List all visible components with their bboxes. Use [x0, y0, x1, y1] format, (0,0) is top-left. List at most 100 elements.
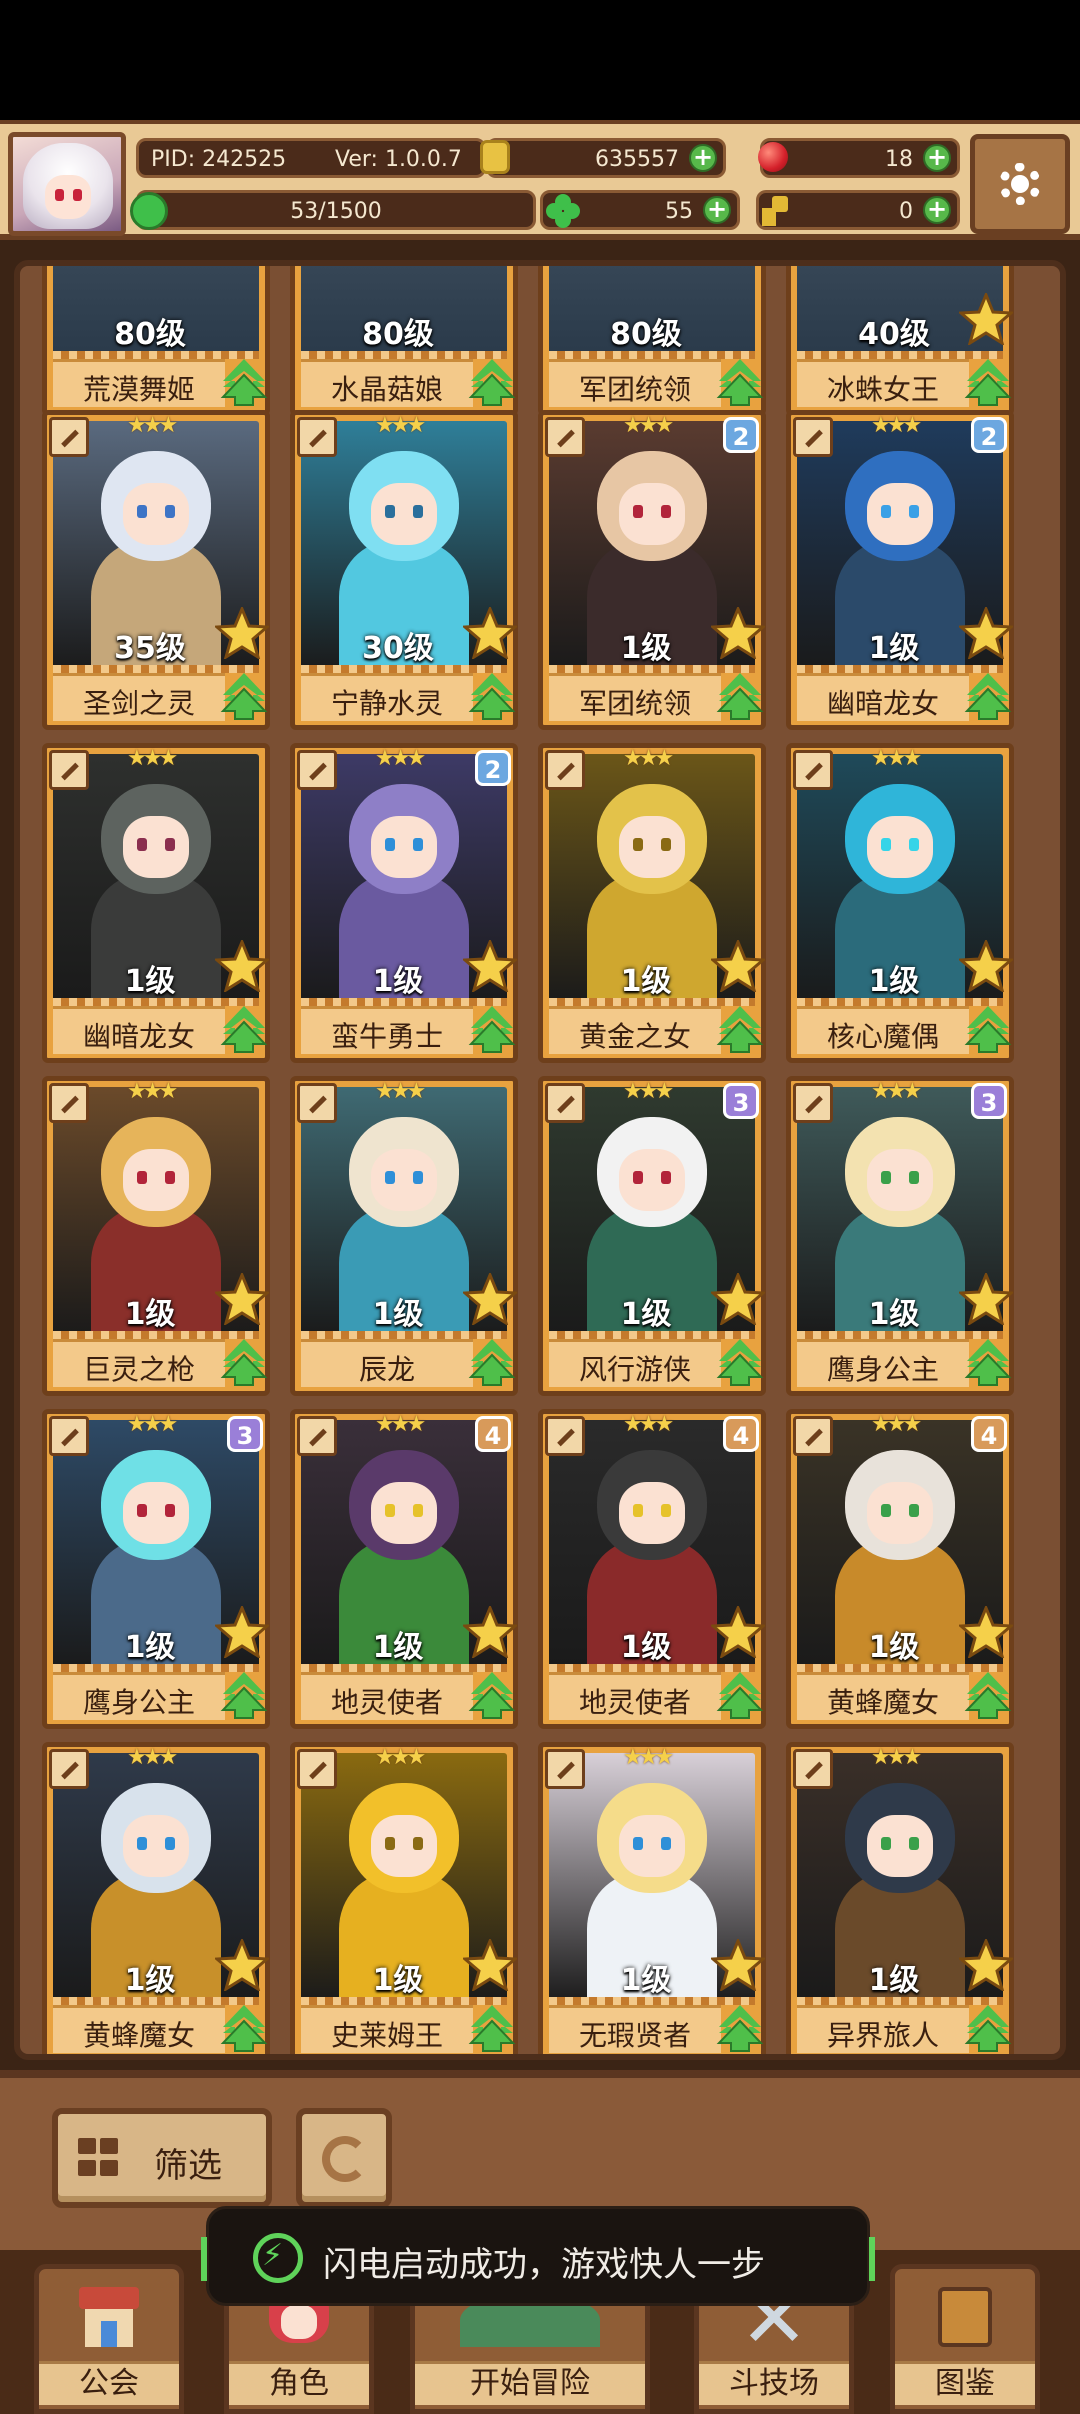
card-name: 史莱姆王: [330, 2019, 443, 2052]
character-card[interactable]: 1级 核心魔偶 ★★★: [786, 743, 1015, 1063]
class-icon: [793, 750, 833, 790]
character-card[interactable]: 1级 地灵使者 ★★★ 4: [538, 1409, 767, 1729]
character-card[interactable]: 1级 黄蜂魔女 ★★★: [42, 1742, 271, 2054]
upgrade-arrow-icon: [715, 671, 765, 721]
card-name: 黄金之女: [578, 1020, 691, 1053]
rarity-stars: ★★★: [375, 1079, 426, 1104]
card-name: 幽暗龙女: [82, 1020, 195, 1053]
toast-notification: 闪电启动成功，游戏快人一步: [201, 2206, 875, 2306]
character-card[interactable]: 40级 冰蛛女王: [786, 266, 1015, 416]
character-card[interactable]: 1级 鹰身公主 ★★★ 3: [786, 1076, 1015, 1396]
nav-characters-label: 角色: [229, 2361, 369, 2405]
clover-value: 55: [665, 199, 693, 224]
upgrade-arrow-icon: [219, 1004, 269, 1054]
character-card[interactable]: 1级 幽暗龙女 ★★★: [42, 743, 271, 1063]
rank-badge: 3: [723, 1083, 759, 1119]
card-name: 圣剑之灵: [82, 687, 195, 720]
class-icon: [545, 1416, 585, 1456]
upgrade-arrow-icon: [715, 357, 765, 407]
character-card[interactable]: 1级 无瑕贤者 ★★★: [538, 1742, 767, 2054]
sort-refresh-button[interactable]: [296, 2108, 392, 2208]
character-card[interactable]: 1级 军团统领 ★★★ 2: [538, 410, 767, 730]
rank-badge: 2: [475, 750, 511, 786]
upgrade-arrow-icon: [467, 357, 517, 407]
nav-guild-label: 公会: [39, 2361, 179, 2405]
upgrade-arrow-icon: [219, 671, 269, 721]
card-name: 黄蜂魔女: [82, 2019, 195, 2052]
character-card[interactable]: 1级 异界旅人 ★★★: [786, 1742, 1015, 2054]
character-card[interactable]: 80级 军团统领: [538, 266, 766, 416]
star-icon: [461, 1937, 519, 1993]
coin-icon: [480, 140, 510, 174]
upgrade-arrow-icon: [467, 671, 517, 721]
star-icon: [213, 605, 271, 661]
character-card[interactable]: 1级 风行游侠 ★★★ 3: [538, 1076, 767, 1396]
game-version: Ver: 1.0.0.7: [335, 147, 462, 172]
star-icon: [213, 1604, 271, 1660]
filter-label: 筛选: [154, 2146, 222, 2186]
filter-button[interactable]: 筛选: [52, 2108, 272, 2208]
add-key-button[interactable]: +: [923, 196, 951, 224]
rarity-stars: ★★★: [871, 746, 922, 771]
star-icon: [461, 1271, 519, 1327]
gold-panel: 635557 +: [486, 138, 726, 178]
character-card[interactable]: 80级 荒漠舞姬: [42, 266, 270, 416]
card-name: 地灵使者: [578, 1686, 691, 1719]
star-icon: [957, 291, 1015, 347]
class-icon: [297, 1416, 337, 1456]
class-icon: [793, 1416, 833, 1456]
card-name: 幽暗龙女: [826, 687, 939, 720]
character-card[interactable]: 1级 蛮牛勇士 ★★★ 2: [290, 743, 519, 1063]
class-icon: [545, 1083, 585, 1123]
character-card[interactable]: 1级 幽暗龙女 ★★★ 2: [786, 410, 1015, 730]
rarity-stars: ★★★: [623, 746, 674, 771]
character-card[interactable]: 1级 史莱姆王 ★★★: [290, 1742, 519, 2054]
character-board: 80级 荒漠舞姬 80级 水晶菇娘 80级 军团统领 40级 冰蛛女王 35级 圣剑之灵 ★★★ 30…: [0, 240, 1080, 2070]
character-card[interactable]: 1级 辰龙 ★★★: [290, 1076, 519, 1396]
card-name: 巨灵之枪: [82, 1353, 195, 1386]
xp-bar: 53/1500: [136, 190, 536, 230]
player-avatar[interactable]: [8, 132, 126, 236]
class-icon: [793, 1749, 833, 1789]
class-icon: [49, 1083, 89, 1123]
nav-guild[interactable]: 公会: [34, 2264, 184, 2414]
rank-badge: 4: [723, 1416, 759, 1452]
rarity-stars: ★★★: [127, 746, 178, 771]
clover-icon: [546, 194, 580, 228]
character-card[interactable]: 35级 圣剑之灵 ★★★: [42, 410, 271, 730]
settings-gear-button[interactable]: [970, 134, 1070, 234]
xp-leaf-icon: [130, 192, 168, 230]
upgrade-arrow-icon: [715, 1337, 765, 1387]
character-card[interactable]: 1级 鹰身公主 ★★★ 3: [42, 1409, 271, 1729]
upgrade-arrow-icon: [963, 2003, 1013, 2053]
star-icon: [957, 1271, 1015, 1327]
card-name: 军团统领: [578, 373, 691, 406]
rarity-stars: ★★★: [623, 1745, 674, 1770]
add-clover-button[interactable]: +: [703, 196, 731, 224]
character-card[interactable]: 1级 黄蜂魔女 ★★★ 4: [786, 1409, 1015, 1729]
upgrade-arrow-icon: [219, 357, 269, 407]
rarity-stars: ★★★: [375, 1745, 426, 1770]
upgrade-arrow-icon: [963, 1670, 1013, 1720]
star-icon: [957, 605, 1015, 661]
class-icon: [793, 1083, 833, 1123]
rank-badge: 3: [971, 1083, 1007, 1119]
upgrade-arrow-icon: [715, 2003, 765, 2053]
character-card[interactable]: 30级 宁静水灵 ★★★: [290, 410, 519, 730]
nav-codex[interactable]: 图鉴: [890, 2264, 1040, 2414]
gold-value: 635557: [595, 147, 679, 172]
upgrade-arrow-icon: [219, 1670, 269, 1720]
nav-start-adventure-label: 开始冒险: [415, 2361, 645, 2405]
upgrade-arrow-icon: [715, 1004, 765, 1054]
upgrade-arrow-icon: [219, 2003, 269, 2053]
character-card[interactable]: 80级 水晶菇娘: [290, 266, 518, 416]
character-card[interactable]: 1级 地灵使者 ★★★ 4: [290, 1409, 519, 1729]
character-card[interactable]: 1级 黄金之女 ★★★: [538, 743, 767, 1063]
character-card[interactable]: 1级 巨灵之枪 ★★★: [42, 1076, 271, 1396]
refresh-icon: [322, 2136, 368, 2182]
card-name: 异界旅人: [826, 2019, 939, 2052]
character-grid[interactable]: 80级 荒漠舞姬 80级 水晶菇娘 80级 军团统领 40级 冰蛛女王 35级 圣剑之灵 ★★★ 30…: [14, 260, 1066, 2060]
add-gold-button[interactable]: +: [689, 144, 717, 172]
add-gems-button[interactable]: +: [923, 144, 951, 172]
upgrade-arrow-icon: [467, 2003, 517, 2053]
